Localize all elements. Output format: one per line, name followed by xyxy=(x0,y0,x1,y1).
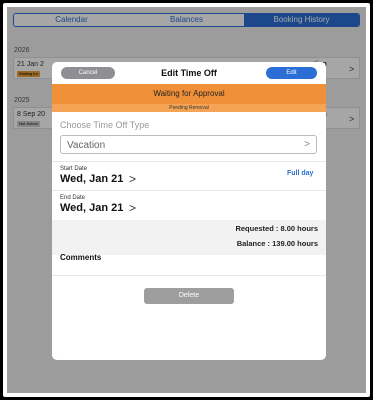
end-date-value[interactable]: Wed, Jan 21 xyxy=(60,202,123,214)
edit-time-off-modal: Cancel Edit Time Off Edit Waiting for Ap… xyxy=(52,62,326,360)
hours-summary: Requested : 8.00 hours Balance : 139.00 … xyxy=(52,220,326,255)
app-screen: Calendar Balances Booking History 2026 2… xyxy=(7,7,366,393)
edit-button[interactable]: Edit xyxy=(266,67,317,79)
divider xyxy=(52,161,326,162)
balance-hours: Balance : 139.00 hours xyxy=(236,239,318,248)
requested-hours: Requested : 8.00 hours xyxy=(235,224,318,233)
chevron-right-icon[interactable]: > xyxy=(129,172,136,186)
delete-button[interactable]: Delete xyxy=(144,288,234,304)
divider xyxy=(52,275,326,276)
time-off-type-select[interactable]: Vacation > xyxy=(60,135,317,154)
divider xyxy=(52,190,326,191)
chevron-right-icon: > xyxy=(304,139,310,150)
cancel-button[interactable]: Cancel xyxy=(61,67,115,79)
device-frame: Calendar Balances Booking History 2026 2… xyxy=(3,3,370,397)
status-banner: Waiting for Approval xyxy=(52,84,326,104)
time-off-type-label: Choose Time Off Type xyxy=(60,120,150,130)
full-day-toggle[interactable]: Full day xyxy=(287,170,313,177)
start-date-label: Start Date xyxy=(60,166,88,172)
comments-label: Comments xyxy=(60,253,102,262)
time-off-type-value: Vacation xyxy=(67,140,106,151)
end-date-label: End Date xyxy=(60,195,86,201)
modal-title: Edit Time Off xyxy=(161,68,217,78)
modal-header: Cancel Edit Time Off Edit xyxy=(52,62,326,84)
substatus-banner: Pending Removal xyxy=(52,104,326,112)
chevron-right-icon[interactable]: > xyxy=(129,201,136,215)
start-date-value[interactable]: Wed, Jan 21 xyxy=(60,173,123,185)
